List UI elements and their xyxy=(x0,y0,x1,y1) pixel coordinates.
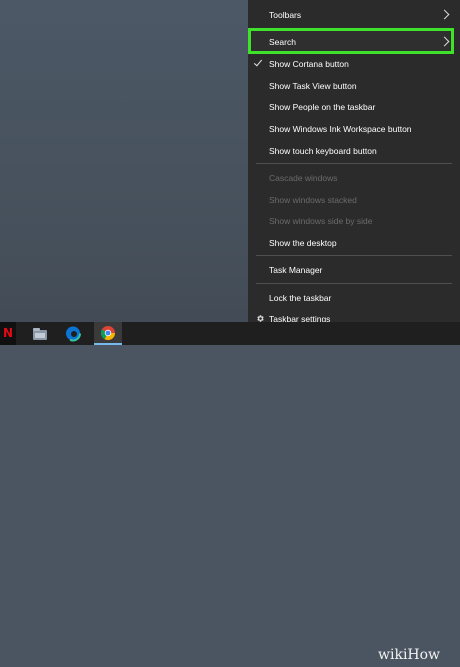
menu-item-show-windows-stacked: Show windows stacked xyxy=(248,191,460,209)
menu-item-show-windows-ink[interactable]: Show Windows Ink Workspace button xyxy=(248,120,460,138)
taskbar-context-menu: Toolbars Search Show Cortana button Show… xyxy=(248,0,460,324)
menu-item-label: Show the desktop xyxy=(269,238,337,248)
menu-item-label: Task Manager xyxy=(269,265,323,275)
menu-item-label: Toolbars xyxy=(269,10,302,20)
menu-item-show-the-desktop[interactable]: Show the desktop xyxy=(248,234,460,252)
folder-icon xyxy=(33,328,47,340)
menu-item-label: Show Cortana button xyxy=(269,59,349,69)
file-explorer-icon[interactable] xyxy=(30,322,50,345)
netflix-logo-glyph: N xyxy=(3,326,14,340)
menu-item-show-touch-keyboard[interactable]: Show touch keyboard button xyxy=(248,142,460,160)
chrome-icon[interactable] xyxy=(94,322,122,345)
checkmark-icon xyxy=(253,57,263,67)
menu-item-cascade-windows: Cascade windows xyxy=(248,169,460,187)
menu-item-show-cortana-button[interactable]: Show Cortana button xyxy=(248,55,460,73)
menu-item-label: Cascade windows xyxy=(269,173,338,183)
menu-item-label: Show windows side by side xyxy=(269,216,373,226)
watermark-text: wikiHow xyxy=(378,647,441,663)
menu-item-label: Show touch keyboard button xyxy=(269,146,377,156)
menu-item-search[interactable]: Search xyxy=(248,33,460,51)
menu-item-lock-the-taskbar[interactable]: Lock the taskbar xyxy=(248,289,460,307)
menu-item-label: Show Task View button xyxy=(269,81,357,91)
chrome-logo-icon xyxy=(100,326,116,341)
menu-separator xyxy=(256,283,452,284)
menu-item-show-task-view-button[interactable]: Show Task View button xyxy=(248,77,460,95)
chevron-right-icon xyxy=(439,9,450,20)
menu-item-label: Show Windows Ink Workspace button xyxy=(269,124,412,134)
taskbar: N wikiHow xyxy=(0,322,460,663)
wikihow-watermark: wikiHow xyxy=(370,644,460,667)
menu-separator xyxy=(256,255,452,256)
menu-item-label: Lock the taskbar xyxy=(269,293,332,303)
menu-item-task-manager[interactable]: Task Manager xyxy=(248,261,460,279)
edge-logo-icon xyxy=(65,325,81,342)
chevron-right-icon xyxy=(439,36,450,47)
menu-item-label: Show People on the taskbar xyxy=(269,102,376,112)
netflix-icon[interactable]: N xyxy=(0,322,16,345)
menu-item-label: Search xyxy=(269,37,296,47)
menu-item-show-people[interactable]: Show People on the taskbar xyxy=(248,98,460,116)
menu-item-label: Show windows stacked xyxy=(269,195,357,205)
menu-item-show-windows-side-by-side: Show windows side by side xyxy=(248,212,460,230)
menu-item-toolbars[interactable]: Toolbars xyxy=(248,6,460,24)
menu-separator xyxy=(256,163,452,164)
edge-icon[interactable] xyxy=(62,322,84,345)
